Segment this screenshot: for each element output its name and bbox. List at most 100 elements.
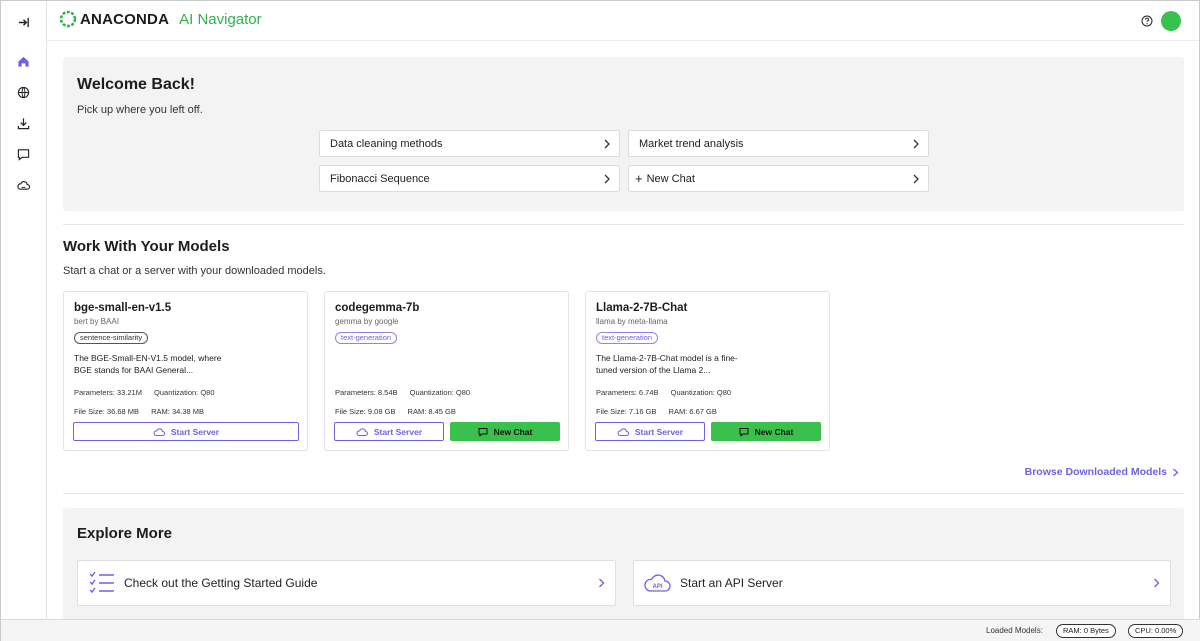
anaconda-ring-icon xyxy=(59,10,77,28)
checklist-icon xyxy=(89,571,114,594)
model-tag: sentence-similarity xyxy=(74,332,149,344)
welcome-panel: Welcome Back! Pick up where you left off… xyxy=(63,57,1184,211)
chevron-right-icon xyxy=(913,139,919,149)
recent-chat-item[interactable]: Data cleaning methods xyxy=(319,130,620,157)
recent-chat-label: Market trend analysis xyxy=(639,137,744,150)
loaded-models-label: Loaded Models: xyxy=(986,626,1043,635)
model-author: bert by BAAI xyxy=(74,317,119,326)
model-parameters: Parameters: 33.21M xyxy=(74,388,142,397)
browse-downloaded-models-link[interactable]: Browse Downloaded Models xyxy=(1025,466,1179,478)
chevron-right-icon xyxy=(913,174,919,184)
sidebar-item-servers[interactable] xyxy=(14,176,32,194)
model-ram: RAM: 8.45 GB xyxy=(407,407,456,416)
start-server-button[interactable]: Start Server xyxy=(73,422,299,441)
model-stats-row: Parameters: 33.21M Quantization: Q80 xyxy=(74,388,225,397)
model-card: bge-small-en-v1.5 bert by BAAI sentence-… xyxy=(63,291,308,451)
globe-icon xyxy=(17,86,29,98)
chat-icon xyxy=(478,427,488,437)
model-ram: RAM: 6.67 GB xyxy=(668,407,717,416)
model-file-size: File Size: 9.08 GB xyxy=(335,407,396,416)
sidebar-item-explore[interactable] xyxy=(14,83,32,101)
plus-icon: + xyxy=(635,171,643,186)
cpu-usage-badge: CPU: 0.00% xyxy=(1128,624,1184,638)
welcome-subtitle: Pick up where you left off. xyxy=(77,104,203,116)
start-server-label: Start Server xyxy=(170,426,220,437)
sidebar-item-chat[interactable] xyxy=(14,145,32,163)
download-icon xyxy=(17,117,29,129)
browse-link-label: Browse Downloaded Models xyxy=(1024,466,1167,478)
chevron-right-icon xyxy=(599,578,605,588)
help-icon[interactable] xyxy=(1141,15,1153,27)
model-stats-row: File Size: 9.08 GB RAM: 8.45 GB xyxy=(335,407,466,416)
chat-icon xyxy=(17,148,29,161)
model-author: llama by meta-llama xyxy=(596,317,668,326)
model-ram: RAM: 34.38 MB xyxy=(151,407,205,416)
status-bar: Loaded Models: RAM: 0 Bytes CPU: 0.00% xyxy=(1,619,1200,641)
anaconda-logo: ANACONDA AI Navigator xyxy=(59,10,262,28)
chevron-right-icon xyxy=(1154,578,1160,588)
start-server-label: Start Server xyxy=(373,426,423,437)
recent-chat-label: Data cleaning methods xyxy=(330,137,443,150)
product-name: AI Navigator xyxy=(179,10,262,28)
brand-name: ANACONDA xyxy=(80,10,170,28)
model-card: Llama-2-7B-Chat llama by meta-llama text… xyxy=(585,291,830,451)
new-chat-label: New Chat xyxy=(493,426,533,437)
models-section-title: Work With Your Models xyxy=(63,238,230,255)
chat-icon xyxy=(739,427,749,437)
home-icon xyxy=(17,56,29,67)
model-tag: text-generation xyxy=(596,332,659,344)
new-chat-label: New Chat xyxy=(646,172,695,185)
model-quantization: Quantization: Q80 xyxy=(154,388,215,397)
model-tag: text-generation xyxy=(335,332,398,344)
model-description: The Llama-2-7B-Chat model is a fine-tune… xyxy=(596,353,738,375)
chevron-right-icon xyxy=(604,174,610,184)
new-chat-label: New Chat xyxy=(754,426,794,437)
getting-started-label: Check out the Getting Started Guide xyxy=(124,576,318,590)
new-chat-button[interactable]: New Chat xyxy=(450,422,560,441)
start-server-label: Start Server xyxy=(634,426,684,437)
model-author: gemma by google xyxy=(335,317,399,326)
recent-chat-label: Fibonacci Sequence xyxy=(330,172,430,185)
section-divider xyxy=(63,224,1184,225)
model-name: Llama-2-7B-Chat xyxy=(596,302,688,314)
model-stats-row: File Size: 7.16 GB RAM: 6.67 GB xyxy=(596,407,727,416)
start-server-button[interactable]: Start Server xyxy=(595,422,705,441)
model-parameters: Parameters: 6.74B xyxy=(596,388,659,397)
models-section-subtitle: Start a chat or a server with your downl… xyxy=(63,265,326,277)
cloud-server-icon xyxy=(153,427,165,436)
collapse-icon xyxy=(18,17,29,27)
recent-chat-item[interactable]: Fibonacci Sequence xyxy=(319,165,620,192)
collapse-sidebar-button[interactable] xyxy=(14,13,32,31)
sidebar xyxy=(1,1,47,619)
api-cloud-icon: API xyxy=(644,574,671,592)
cloud-icon xyxy=(16,180,30,190)
chevron-right-icon xyxy=(604,139,610,149)
start-server-button[interactable]: Start Server xyxy=(334,422,444,441)
model-name: bge-small-en-v1.5 xyxy=(74,302,172,314)
cloud-server-icon xyxy=(617,427,629,436)
new-chat-item[interactable]: + New Chat xyxy=(628,165,929,192)
api-server-card[interactable]: API Start an API Server xyxy=(633,560,1171,606)
top-header: ANACONDA AI Navigator xyxy=(47,1,1199,41)
cloud-server-icon xyxy=(356,427,368,436)
model-name: codegemma-7b xyxy=(335,302,420,314)
model-quantization: Quantization: Q80 xyxy=(670,388,732,397)
api-server-label: Start an API Server xyxy=(680,576,783,590)
model-quantization: Quantization: Q80 xyxy=(409,388,471,397)
new-chat-button[interactable]: New Chat xyxy=(711,422,821,441)
ram-usage-badge: RAM: 0 Bytes xyxy=(1056,624,1116,638)
user-avatar[interactable] xyxy=(1161,11,1181,31)
welcome-title: Welcome Back! xyxy=(77,76,195,93)
chevron-right-icon xyxy=(1173,468,1179,476)
main-content: Welcome Back! Pick up where you left off… xyxy=(47,41,1199,619)
recent-chat-item[interactable]: Market trend analysis xyxy=(628,130,929,157)
explore-panel: Explore More Check out the Getting Start… xyxy=(63,508,1184,619)
model-stats-row: Parameters: 8.54B Quantization: Q80 xyxy=(335,388,480,397)
section-divider xyxy=(63,493,1184,494)
sidebar-item-downloads[interactable] xyxy=(14,114,32,132)
model-file-size: File Size: 36.68 MB xyxy=(74,407,140,416)
model-file-size: File Size: 7.16 GB xyxy=(596,407,657,416)
getting-started-card[interactable]: Check out the Getting Started Guide xyxy=(77,560,616,606)
sidebar-item-home[interactable] xyxy=(14,52,32,70)
model-card: codegemma-7b gemma by google text-genera… xyxy=(324,291,569,451)
